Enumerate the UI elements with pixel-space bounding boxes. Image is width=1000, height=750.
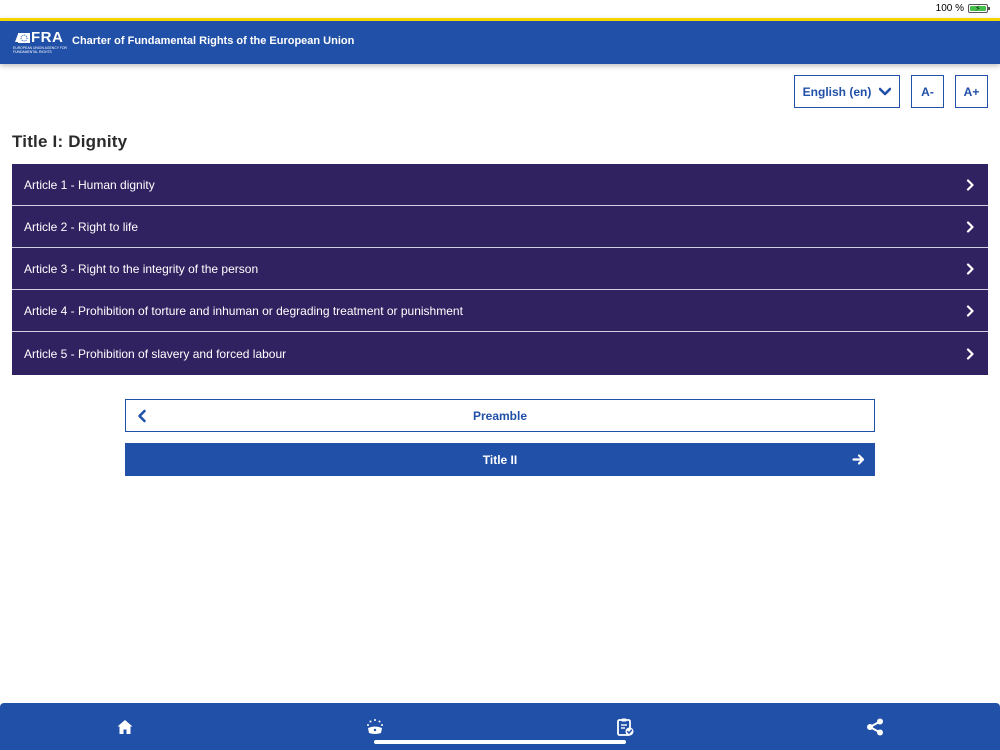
article-label: Article 4 - Prohibition of torture and i… [24, 303, 463, 318]
battery-icon: ⚡ [968, 4, 990, 13]
toolbar: English (en) A- A+ [794, 75, 988, 108]
arrow-right-icon [852, 454, 865, 465]
chevron-right-icon [966, 262, 974, 275]
logo-subtext: EUROPEAN UNION AGENCY FOR FUNDAMENTAL RI… [13, 46, 68, 54]
next-button[interactable]: Title II [125, 443, 875, 476]
chevron-right-icon [966, 220, 974, 233]
battery-status: 100 % ⚡ [935, 3, 990, 14]
share-icon[interactable] [865, 717, 885, 737]
fra-logo: FRA EUROPEAN UNION AGENCY FOR FUNDAMENTA… [13, 29, 68, 55]
list-item[interactable]: Article 1 - Human dignity [12, 164, 988, 206]
eu-stars-icon[interactable] [365, 717, 385, 737]
article-label: Article 1 - Human dignity [24, 177, 155, 192]
article-label: Article 2 - Right to life [24, 219, 139, 234]
app-screen: 100 % ⚡ FRA EUROPEAN UNION AGENCY FOR FU… [0, 0, 1000, 750]
chevron-left-icon [138, 409, 146, 423]
checklist-icon[interactable] [615, 717, 635, 737]
article-label: Article 3 - Right to the integrity of th… [24, 261, 259, 276]
app-header: FRA EUROPEAN UNION AGENCY FOR FUNDAMENTA… [0, 18, 1000, 64]
previous-label: Preamble [472, 408, 528, 423]
list-item[interactable]: Article 5 - Prohibition of slavery and f… [12, 332, 988, 375]
article-list: Article 1 - Human dignity Article 2 - Ri… [12, 164, 988, 375]
chevron-right-icon [966, 178, 974, 191]
app-title: Charter of Fundamental Rights of the Eur… [72, 35, 355, 47]
list-item[interactable]: Article 2 - Right to life [12, 206, 988, 248]
page-title: Title I: Dignity [12, 132, 128, 151]
font-decrease-button[interactable]: A- [911, 75, 944, 108]
eu-flag-icon [15, 33, 30, 43]
home-indicator[interactable] [374, 740, 626, 744]
logo-text: FRA [31, 29, 64, 46]
next-label: Title II [482, 452, 518, 467]
language-label: English (en) [802, 84, 872, 99]
language-selector[interactable]: English (en) [794, 75, 900, 108]
previous-button[interactable]: Preamble [125, 399, 875, 432]
font-increase-button[interactable]: A+ [955, 75, 988, 108]
list-item[interactable]: Article 4 - Prohibition of torture and i… [12, 290, 988, 332]
list-item[interactable]: Article 3 - Right to the integrity of th… [12, 248, 988, 290]
chevron-down-icon [879, 87, 892, 95]
home-icon[interactable] [115, 717, 135, 737]
chevron-right-icon [966, 304, 974, 317]
article-label: Article 5 - Prohibition of slavery and f… [24, 346, 287, 361]
chevron-right-icon [966, 347, 974, 360]
battery-percent: 100 % [935, 3, 964, 14]
status-bar: 100 % ⚡ [0, 0, 1000, 18]
